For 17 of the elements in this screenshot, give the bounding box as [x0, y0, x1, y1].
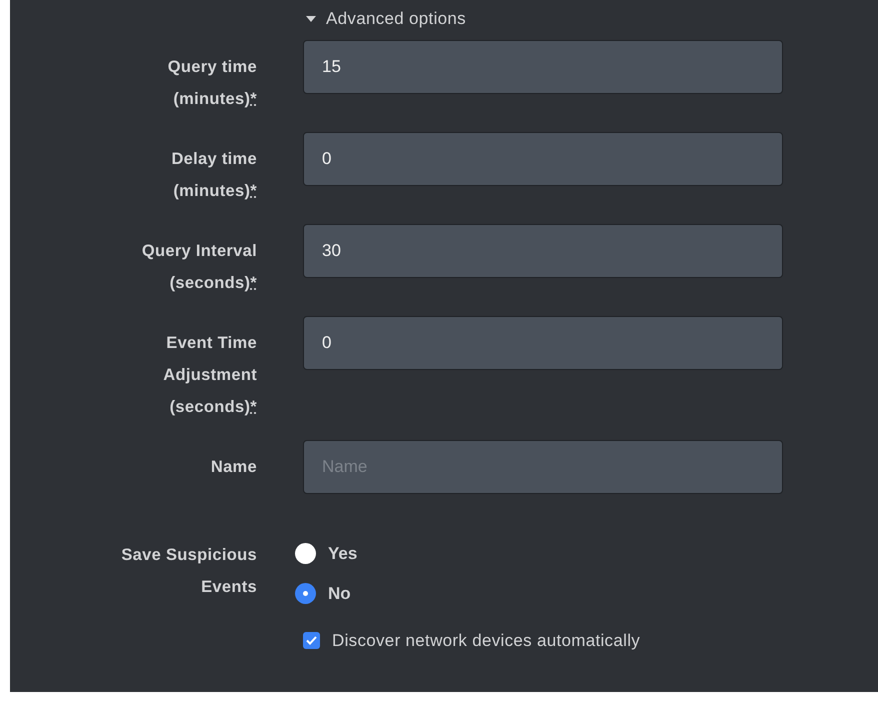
- field-label: Query Interval (seconds)*: [140, 241, 257, 294]
- field-label: Save Suspicious Events: [120, 545, 257, 598]
- input-field[interactable]: 15: [303, 40, 783, 94]
- checkbox-option[interactable]: Discover network devices automatically: [10, 628, 878, 654]
- field-label: Query time (minutes)*: [166, 57, 257, 110]
- radio-option[interactable]: No: [295, 580, 358, 606]
- radio-option[interactable]: Yes: [295, 541, 358, 566]
- checkmark-icon: [306, 636, 317, 646]
- input-field[interactable]: 0: [303, 132, 783, 186]
- field-label: Event Time Adjustment (seconds)*: [162, 333, 257, 418]
- advanced-options-toggle[interactable]: Advanced options: [306, 6, 466, 32]
- field-label: Delay time (minutes)*: [170, 149, 257, 202]
- field-label: Name: [210, 457, 257, 478]
- caret-icon: [306, 16, 316, 22]
- checkbox[interactable]: [303, 632, 320, 650]
- input-field[interactable]: 30: [303, 224, 783, 278]
- input-field[interactable]: 0: [303, 316, 783, 370]
